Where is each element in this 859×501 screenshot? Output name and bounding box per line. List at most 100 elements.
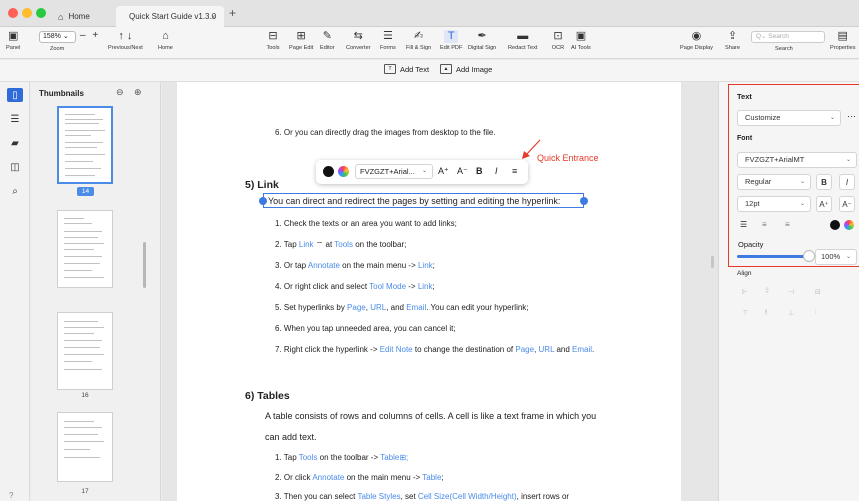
share-button[interactable]: ⇪ Share [725,30,740,52]
font-size-select[interactable]: 12pt ⌄ [737,196,811,212]
forms-button[interactable]: ☰ Forms [380,30,396,52]
share-icon: ⇪ [727,30,738,42]
align-objects-middle-icon[interactable]: ⫲ [765,309,767,317]
align-right-icon[interactable]: ≡ [785,220,790,229]
tab-home[interactable]: ⌂ Home [52,6,114,27]
ai-tools-button[interactable]: ▣ AI Tools [571,30,591,52]
converter-button[interactable]: ⇆ Converter [346,30,371,52]
font-section-title: Font [737,135,753,142]
thumbnails-panel-icon[interactable]: ▯ [7,88,23,102]
editor-button[interactable]: ✎ Editor [320,30,335,52]
properties-button[interactable]: ▤ Properties [830,30,856,52]
font-style-select[interactable]: Regular ⌄ [737,174,811,190]
bold-button[interactable]: B [816,174,832,190]
color-picker-icon[interactable] [844,220,854,230]
text-preset-select[interactable]: Customize ⌄ [737,110,841,126]
add-text-icon: T [384,64,396,74]
close-window-button[interactable] [8,8,18,18]
more-options-button[interactable]: ··· [847,111,856,121]
search-label: Search [775,46,793,52]
panel-button[interactable]: ▣ Panel [6,30,20,52]
section-heading: 5) Link [245,179,279,191]
zoom-select[interactable]: 158% ⌄ [39,31,76,43]
chevron-down-icon: ⌄ [799,201,805,207]
doc-line: 4. Or right click and select Tool Mode -… [275,282,435,291]
page-display-button[interactable]: ◉ Page Display [680,30,713,52]
thumbnail-page[interactable] [57,412,113,482]
close-tab-button[interactable]: × [211,12,216,22]
chevron-down-icon: ⌄ [829,115,835,121]
bold-button[interactable]: B [476,166,483,176]
edit-pdf-button[interactable]: T Edit PDF [440,30,462,51]
opacity-label: Opacity [738,240,764,249]
distribute-horizontal-icon[interactable]: ⊟ [815,288,821,296]
chevron-down-icon: ⌄ [845,157,851,163]
minimize-window-button[interactable] [22,8,32,18]
opacity-slider-knob[interactable] [803,250,815,262]
zoom-step-buttons[interactable]: – + [80,30,100,41]
edit-subtoolbar: T Add Text ▲ Add Image [0,60,859,82]
search-input[interactable]: Q⌄ Search [751,31,825,43]
chevron-down-icon: ⌄ [799,179,805,185]
opacity-slider[interactable] [737,255,809,258]
maximize-window-button[interactable] [36,8,46,18]
italic-button[interactable]: I [495,166,498,176]
thumbnail-zoom-buttons[interactable]: ⊖ ⊕ [116,87,146,98]
document-page[interactable] [177,82,681,501]
home-button[interactable]: ⌂ Home [158,30,173,52]
align-left-icon[interactable]: ☰ [740,220,747,229]
align-objects-bottom-icon[interactable]: ⊥ [788,309,794,317]
add-text-button[interactable]: T Add Text [384,64,429,74]
decrease-font-button[interactable]: A⁻ [457,166,468,177]
left-rail: ▯ ☰ ▰ ◫ ⌕ [0,82,30,501]
opacity-select[interactable]: 100% ⌄ [815,249,857,265]
thumbnail-page[interactable] [57,106,113,184]
thumbnail-page[interactable] [57,210,113,288]
search-icon[interactable]: ⌕ [7,184,23,198]
align-center-icon[interactable]: ≡ [762,220,767,229]
new-tab-button[interactable]: + [229,6,236,20]
font-family-select[interactable]: FVZGZT+ArialMT ⌄ [737,152,857,168]
align-objects-right-icon[interactable]: ⊣ [788,288,794,296]
font-select[interactable]: FVZGZT+Arial... ⌄ [355,164,433,179]
doc-line: 3. Or tap Annotate on the main menu -> L… [275,261,435,270]
align-objects-center-icon[interactable]: ⫩ [765,288,769,296]
text-box-handle-right[interactable] [580,197,588,205]
thumbnails-title: Thumbnails [39,89,84,98]
tab-quick-start-guide[interactable]: Quick Start Guide v1.3.0 × [116,6,224,27]
doc-line: 7. Right click the hyperlink -> Edit Not… [275,345,595,354]
thumbnail-page-number: 16 [81,392,89,399]
outline-icon[interactable]: ☰ [7,112,23,126]
annotation-icon[interactable]: ▰ [7,136,23,150]
page-edit-button[interactable]: ⊞ Page Edit [289,30,313,52]
thumbnail-page[interactable] [57,312,113,390]
add-image-button[interactable]: ▲ Add Image [440,64,492,74]
selected-text[interactable]: You can direct and redirect the pages by… [268,196,560,206]
attachment-icon[interactable]: ◫ [7,160,23,174]
thumbnails-panel: Thumbnails ⊖ ⊕ 14 15 16 17 [31,82,161,501]
text-color-swatch[interactable] [323,166,334,177]
increase-font-button[interactable]: A⁺ [438,166,449,177]
digital-sign-button[interactable]: ✒ Digital Sign [468,30,496,52]
font-color-swatch[interactable] [830,220,840,230]
help-icon[interactable]: ? [9,491,13,500]
increase-font-button[interactable]: A⁺ [816,196,832,212]
panel-resize-handle[interactable] [711,256,714,268]
align-button[interactable]: ≡ [512,166,517,176]
title-bar: ⌂ Home Quick Start Guide v1.3.0 × + [0,0,859,27]
thumbnail-scrollbar[interactable] [143,242,146,288]
ocr-button[interactable]: ⊡ OCR [551,30,565,52]
italic-button[interactable]: I [839,174,855,190]
align-objects-left-icon[interactable]: ⊩ [742,288,748,296]
align-objects-top-icon[interactable]: ⊤ [742,309,748,317]
decrease-font-button[interactable]: A⁻ [839,196,855,212]
doc-line: 1. Tap Tools on the toolbar -> Table⊞; [275,453,409,462]
color-picker-icon[interactable] [338,166,349,177]
redact-text-button[interactable]: ▬ Redact Text [508,30,537,52]
text-box-handle-left[interactable] [259,197,267,205]
page-grid-icon: ⊞ [296,30,306,42]
previous-next-buttons[interactable]: ↑ ↓ Previous/Next [108,30,143,52]
tools-button[interactable]: ⊟ Tools [266,30,280,52]
distribute-vertical-icon[interactable]: ⦙ [815,309,817,317]
fill-sign-button[interactable]: ✍ Fill & Sign [406,30,431,52]
